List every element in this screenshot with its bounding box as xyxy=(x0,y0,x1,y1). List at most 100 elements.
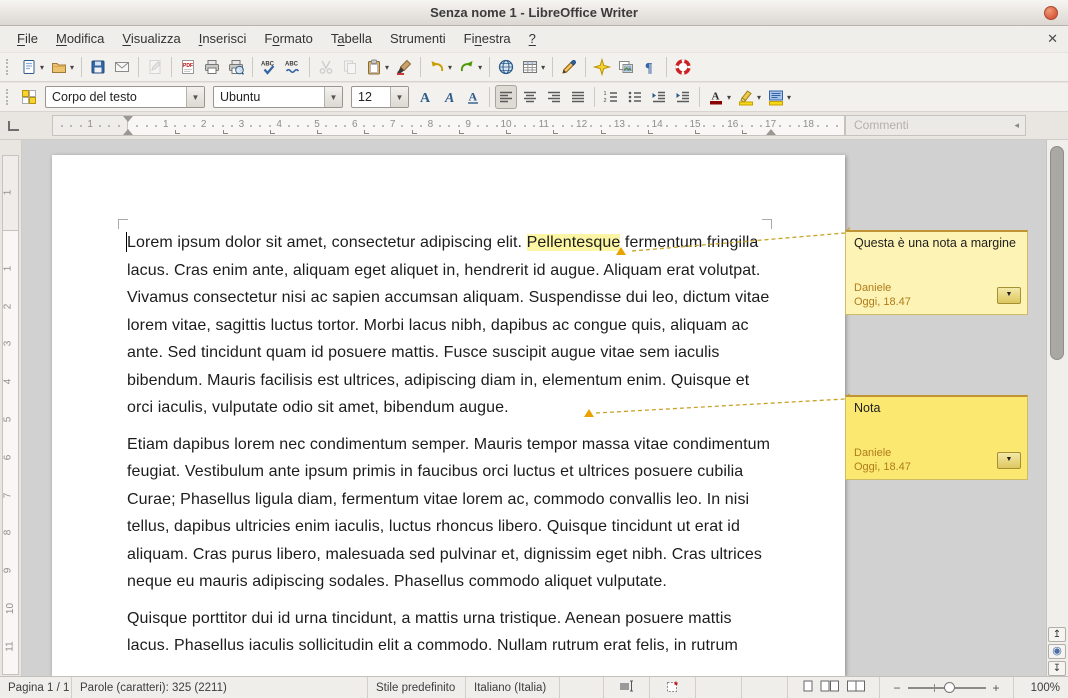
show-draw-functions-button[interactable] xyxy=(558,55,580,79)
paragraph-style-combo[interactable]: Corpo del testo ▼ xyxy=(45,86,205,108)
chevron-down-icon[interactable]: ▾ xyxy=(727,93,731,102)
right-indent-marker[interactable] xyxy=(766,129,776,135)
comment-menu-button[interactable]: ▼ xyxy=(997,287,1021,304)
navigation-button[interactable]: ◉ xyxy=(1048,644,1066,659)
help-button[interactable] xyxy=(672,55,694,79)
comment-anchor-icon[interactable] xyxy=(584,409,594,417)
font-size-combo[interactable]: 12 ▼ xyxy=(351,86,409,108)
numbered-list-button[interactable]: 12 xyxy=(600,85,622,109)
status-page-number[interactable]: Pagina 1 / 1 xyxy=(0,677,72,698)
menu-strumenti[interactable]: Strumenti xyxy=(381,26,455,52)
horizontal-ruler[interactable]: 1123456789101112131415161718 Commenti ◂ xyxy=(0,112,1068,140)
next-page-button[interactable]: ↧ xyxy=(1048,661,1066,676)
first-line-indent-marker[interactable] xyxy=(123,116,133,122)
print-button[interactable] xyxy=(201,55,223,79)
zoom-out-icon[interactable]: − xyxy=(893,681,900,695)
open-button[interactable]: ▾ xyxy=(48,55,76,79)
spellcheck-button[interactable]: ABC xyxy=(258,55,280,79)
collapse-comments-icon[interactable]: ◂ xyxy=(1014,116,1019,135)
selection-mode-cell[interactable] xyxy=(604,677,650,698)
unsaved-changes-icon[interactable]: * xyxy=(666,680,680,696)
paragraph-style-grid-button[interactable] xyxy=(18,85,40,109)
zoom-slider[interactable] xyxy=(908,687,986,689)
status-language[interactable]: Italiano (Italia) xyxy=(466,677,560,698)
decrease-indent-button[interactable] xyxy=(648,85,670,109)
book-view-icon[interactable] xyxy=(846,679,866,696)
underline-button[interactable]: A xyxy=(462,85,484,109)
vertical-ruler[interactable]: 11234567891011 xyxy=(0,140,22,676)
menu-help[interactable]: ? xyxy=(520,26,545,52)
menu-inserisci[interactable]: Inserisci xyxy=(190,26,256,52)
bullet-list-button[interactable] xyxy=(624,85,646,109)
vertical-scrollbar[interactable] xyxy=(1046,140,1068,676)
bold-button[interactable]: A xyxy=(414,85,436,109)
print-preview-button[interactable] xyxy=(225,55,247,79)
toolbar-drag-handle[interactable] xyxy=(6,59,13,75)
undo-button[interactable]: ▾ xyxy=(426,55,454,79)
chevron-down-icon[interactable]: ▼ xyxy=(324,87,342,107)
comment-highlight[interactable]: Pellentesque xyxy=(527,234,621,251)
comment-anchor-icon[interactable] xyxy=(616,247,626,255)
menu-finestra[interactable]: Finestra xyxy=(455,26,520,52)
new-document-button[interactable]: ▾ xyxy=(18,55,46,79)
align-center-button[interactable] xyxy=(519,85,541,109)
menu-modifica[interactable]: Modifica xyxy=(47,26,113,52)
align-left-button[interactable] xyxy=(495,85,517,109)
left-indent-marker[interactable] xyxy=(123,129,133,135)
unsaved-changes-cell[interactable]: * xyxy=(650,677,696,698)
chevron-down-icon[interactable]: ▾ xyxy=(385,63,389,72)
horizontal-ruler-band[interactable]: 1123456789101112131415161718 xyxy=(52,115,845,136)
chevron-down-icon[interactable]: ▾ xyxy=(541,63,545,72)
chevron-down-icon[interactable]: ▾ xyxy=(478,63,482,72)
scrollbar-thumb[interactable] xyxy=(1050,146,1064,360)
paragraph-background-button[interactable]: ▾ xyxy=(765,85,793,109)
chevron-down-icon[interactable]: ▾ xyxy=(448,63,452,72)
chevron-down-icon[interactable]: ▾ xyxy=(40,63,44,72)
increase-indent-button[interactable] xyxy=(672,85,694,109)
justify-button[interactable] xyxy=(567,85,589,109)
multi-page-view-icon[interactable] xyxy=(820,679,840,696)
margin-comment-1[interactable]: Questa è una nota a margineDanieleOggi, … xyxy=(845,230,1028,315)
zoom-slider-knob[interactable] xyxy=(944,682,955,693)
window-control-dot-icon[interactable] xyxy=(1044,6,1058,20)
hyperlink-button[interactable] xyxy=(495,55,517,79)
titlebar[interactable]: Senza nome 1 - LibreOffice Writer xyxy=(0,0,1068,26)
menu-file[interactable]: File xyxy=(8,26,47,52)
chevron-down-icon[interactable]: ▼ xyxy=(186,87,204,107)
highlighting-button[interactable]: ▾ xyxy=(735,85,763,109)
previous-page-button[interactable]: ↥ xyxy=(1048,627,1066,642)
document-text[interactable]: Lorem ipsum dolor sit amet, consectetur … xyxy=(127,229,772,669)
align-right-button[interactable] xyxy=(543,85,565,109)
auto-spellcheck-button[interactable]: ABC xyxy=(282,55,304,79)
margin-comment-2[interactable]: NotaDanieleOggi, 18.47▼ xyxy=(845,395,1028,480)
selection-mode-icon[interactable] xyxy=(619,680,635,695)
menu-visualizza[interactable]: Visualizza xyxy=(113,26,189,52)
paste-button[interactable]: ▾ xyxy=(363,55,391,79)
zoom-in-icon[interactable]: + xyxy=(993,681,1000,695)
vertical-ruler-band[interactable]: 11234567891011 xyxy=(2,155,19,675)
font-color-button[interactable]: A▾ xyxy=(705,85,733,109)
italic-button[interactable]: A xyxy=(438,85,460,109)
save-button[interactable] xyxy=(87,55,109,79)
insert-table-button[interactable]: ▾ xyxy=(519,55,547,79)
tab-stop-type-icon[interactable] xyxy=(8,121,19,131)
document-page[interactable]: Lorem ipsum dolor sit amet, consectetur … xyxy=(52,155,845,676)
comments-header[interactable]: Commenti ◂ xyxy=(845,115,1026,136)
status-word-count[interactable]: Parole (caratteri): 325 (2211) xyxy=(72,677,368,698)
chevron-down-icon[interactable]: ▾ xyxy=(757,93,761,102)
single-page-view-icon[interactable] xyxy=(802,679,814,696)
export-pdf-button[interactable]: PDF xyxy=(177,55,199,79)
zoom-percentage[interactable]: 100% xyxy=(1014,677,1068,698)
navigator-button[interactable] xyxy=(591,55,613,79)
clone-formatting-button[interactable] xyxy=(393,55,415,79)
chevron-down-icon[interactable]: ▾ xyxy=(70,63,74,72)
chevron-down-icon[interactable]: ▾ xyxy=(787,93,791,102)
formatting-marks-button[interactable]: ¶ xyxy=(639,55,661,79)
gallery-button[interactable] xyxy=(615,55,637,79)
close-document-icon[interactable]: ✕ xyxy=(1047,26,1058,52)
font-name-combo[interactable]: Ubuntu ▼ xyxy=(213,86,343,108)
menu-formato[interactable]: Formato xyxy=(255,26,321,52)
menu-tabella[interactable]: Tabella xyxy=(322,26,381,52)
redo-button[interactable]: ▾ xyxy=(456,55,484,79)
status-page-style[interactable]: Stile predefinito xyxy=(368,677,466,698)
